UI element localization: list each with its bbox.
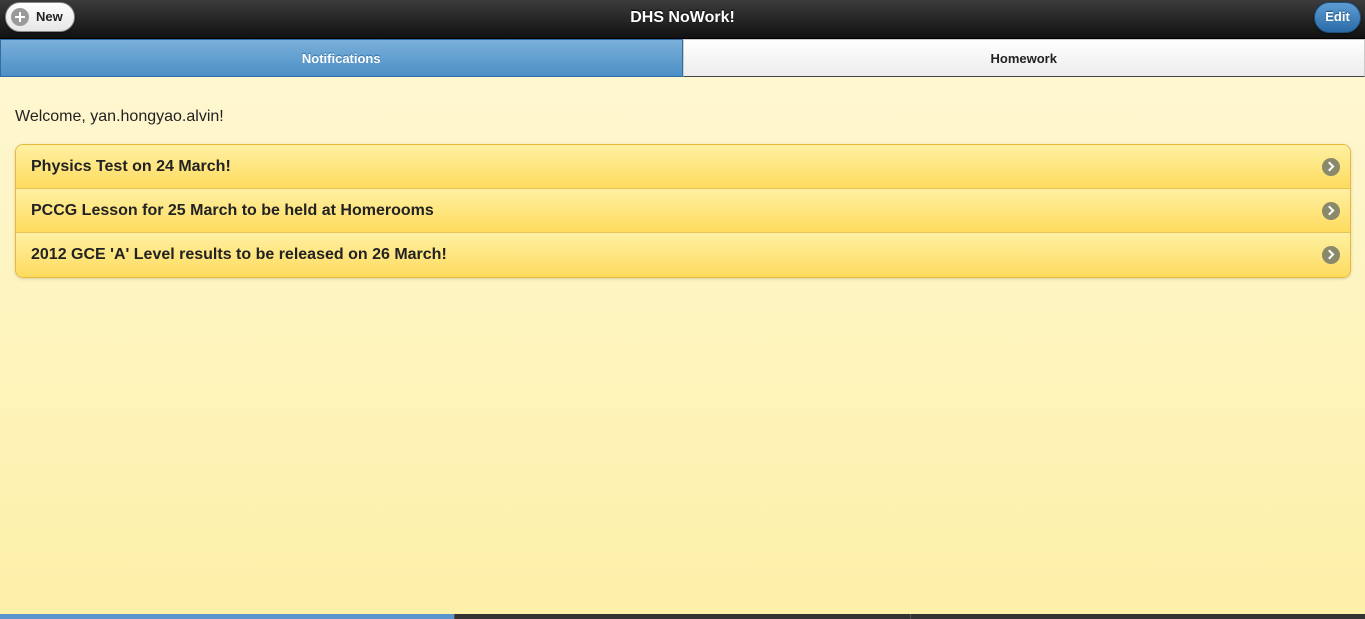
tab-notifications[interactable]: Notifications xyxy=(0,39,683,77)
notification-text: 2012 GCE 'A' Level results to be release… xyxy=(31,246,447,263)
notification-item[interactable]: Physics Test on 24 March! xyxy=(16,145,1350,189)
footer-nav-bar xyxy=(0,614,1365,619)
footer-segment[interactable] xyxy=(0,614,455,619)
notification-text: Physics Test on 24 March! xyxy=(31,158,231,175)
chevron-right-icon xyxy=(1322,158,1340,176)
welcome-message: Welcome, yan.hongyao.alvin! xyxy=(15,108,224,125)
header-bar: New DHS NoWork! Edit xyxy=(0,0,1365,39)
notification-list: Physics Test on 24 March! PCCG Lesson fo… xyxy=(15,144,1351,278)
notification-item[interactable]: PCCG Lesson for 25 March to be held at H… xyxy=(16,189,1350,233)
footer-segment[interactable] xyxy=(454,614,910,619)
footer-segment[interactable] xyxy=(909,614,1365,619)
chevron-right-icon xyxy=(1322,202,1340,220)
page-title: DHS NoWork! xyxy=(630,9,735,26)
chevron-right-icon xyxy=(1322,246,1340,264)
tab-homework[interactable]: Homework xyxy=(682,39,1365,77)
edit-button[interactable]: Edit xyxy=(1314,2,1361,33)
notification-item[interactable]: 2012 GCE 'A' Level results to be release… xyxy=(16,233,1350,277)
notification-text: PCCG Lesson for 25 March to be held at H… xyxy=(31,202,434,219)
tab-bar: Notifications Homework xyxy=(0,39,1365,77)
